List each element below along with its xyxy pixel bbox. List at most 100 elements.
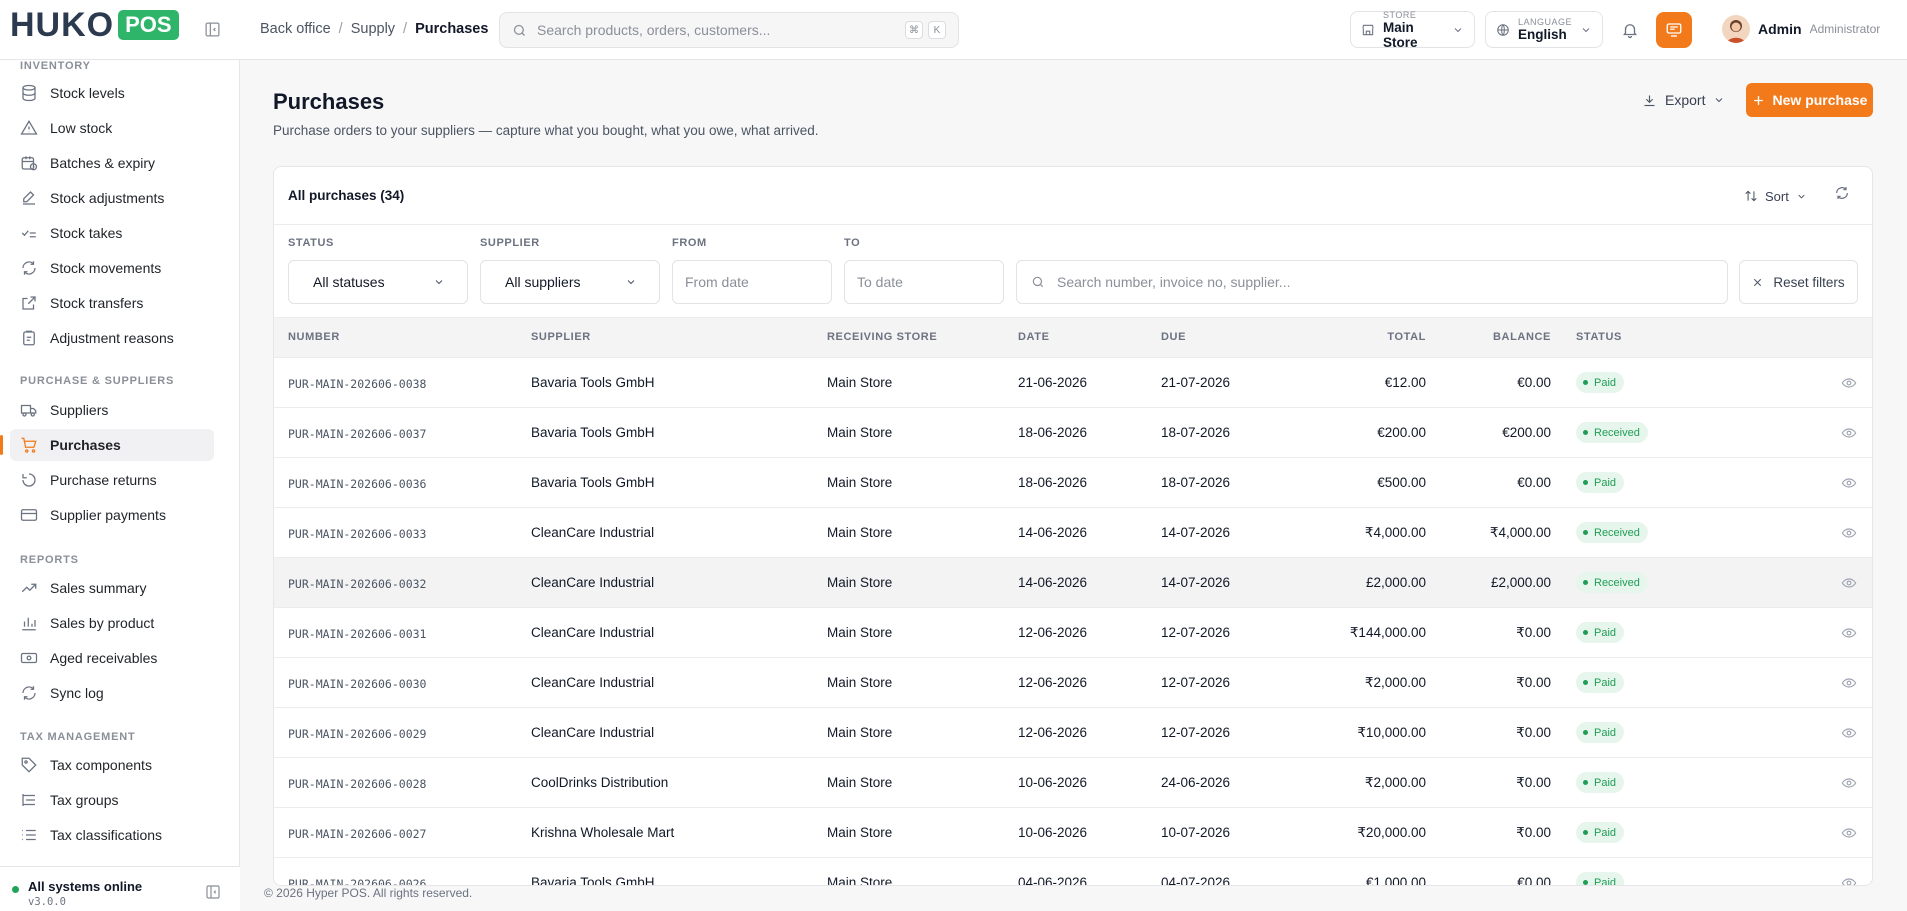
sidebar-item-sales-summary[interactable]: Sales summary [10, 572, 214, 604]
sidebar-item-tax-groups[interactable]: Tax groups [10, 784, 214, 816]
sidebar-toggle-icon[interactable] [204, 21, 221, 38]
due-date: 18-07-2026 [1161, 475, 1231, 490]
sidebar-item-sync-log[interactable]: Sync log [10, 677, 214, 709]
sidebar-item-stock-movements[interactable]: Stock movements [10, 252, 214, 284]
view-eye-icon[interactable] [1840, 425, 1858, 441]
view-eye-icon[interactable] [1840, 825, 1858, 841]
new-purchase-button[interactable]: New purchase [1746, 83, 1873, 117]
supplier-name: CleanCare Industrial [531, 575, 655, 590]
receiving-store: Main Store [827, 775, 893, 790]
table-row[interactable]: PUR-MAIN-202606-0032 CleanCare Industrial… [274, 558, 1872, 608]
total-amount: £2,000.00 [1365, 575, 1426, 590]
view-eye-icon[interactable] [1840, 625, 1858, 641]
view-eye-icon[interactable] [1840, 475, 1858, 491]
purchase-number: PUR-MAIN-202606-0036 [288, 477, 427, 491]
store-label: STORE [1383, 9, 1417, 20]
table-row[interactable]: PUR-MAIN-202606-0028 CoolDrinks Distribut… [274, 758, 1872, 808]
view-eye-icon[interactable] [1840, 525, 1858, 541]
table-row[interactable]: PUR-MAIN-202606-0027 Krishna Wholesale Ma… [274, 808, 1872, 858]
column-header-number[interactable]: NUMBER [288, 331, 340, 343]
table-row[interactable]: PUR-MAIN-202606-0026 Bavaria Tools GmbH Ma… [274, 858, 1872, 885]
sidebar-item-suppliers[interactable]: Suppliers [10, 394, 214, 426]
total-amount: €12.00 [1384, 375, 1426, 390]
purchases-search-input[interactable]: Search number, invoice no, supplier... [1016, 260, 1728, 304]
balance-amount: €200.00 [1502, 425, 1551, 440]
reset-filters-button[interactable]: Reset filters [1739, 260, 1858, 304]
sidebar-item-aged-receivables[interactable]: Aged receivables [10, 642, 214, 674]
column-header-due[interactable]: DUE [1161, 331, 1186, 343]
edit-icon [23, 191, 35, 205]
logo[interactable]: HUKO POS [10, 8, 179, 42]
column-header-date[interactable]: DATE [1018, 331, 1050, 343]
view-eye-icon[interactable] [1840, 675, 1858, 691]
total-amount: ₹144,000.00 [1349, 625, 1426, 640]
view-eye-icon[interactable] [1840, 575, 1858, 591]
purchase-date: 18-06-2026 [1018, 425, 1088, 440]
sidebar-item-low-stock[interactable]: Low stock [10, 112, 214, 144]
to-date-label: TO [844, 237, 861, 249]
to-date-input[interactable]: To date [844, 260, 1004, 304]
sidebar-footer: All systems online v3.0.0 [0, 866, 240, 911]
table-row[interactable]: PUR-MAIN-202606-0038 Bavaria Tools GmbH Ma… [274, 358, 1872, 408]
user-menu[interactable]: Admin Administrator [1722, 15, 1880, 43]
sidebar-item-batches-expiry[interactable]: Batches & expiry [10, 147, 214, 179]
global-search-input[interactable]: Search products, orders, customers... ⌘ … [499, 12, 959, 48]
view-eye-icon[interactable] [1840, 875, 1858, 885]
view-eye-icon[interactable] [1840, 725, 1858, 741]
table-row[interactable]: PUR-MAIN-202606-0033 CleanCare Industrial… [274, 508, 1872, 558]
status-badge: Paid [1576, 872, 1625, 885]
sidebar-item-label: Stock takes [50, 225, 123, 241]
warning-triangle-icon [20, 119, 38, 135]
sidebar-item-tax-classifications[interactable]: Tax classifications [10, 819, 214, 851]
view-eye-icon[interactable] [1840, 775, 1858, 791]
collapse-sidebar-icon[interactable] [205, 884, 221, 900]
export-button[interactable]: Export [1632, 84, 1735, 116]
sidebar-item-stock-takes[interactable]: Stock takes [10, 217, 214, 249]
table-row[interactable]: PUR-MAIN-202606-0029 CleanCare Industrial… [274, 708, 1872, 758]
due-date: 18-07-2026 [1161, 425, 1231, 440]
view-eye-icon[interactable] [1840, 375, 1858, 391]
sidebar-item-purchase-returns[interactable]: Purchase returns [10, 464, 214, 496]
store-selector[interactable]: STORE Main Store [1350, 9, 1475, 50]
refresh-icon[interactable] [1834, 185, 1850, 201]
receiving-store: Main Store [827, 675, 893, 690]
table-row[interactable]: PUR-MAIN-202606-0037 Bavaria Tools GmbH Ma… [274, 408, 1872, 458]
status-badge: Paid [1576, 822, 1625, 843]
language-selector[interactable]: LANGUAGE English [1485, 11, 1603, 48]
column-header-status[interactable]: STATUS [1576, 331, 1622, 343]
sidebar-item-stock-adjustments[interactable]: Stock adjustments [10, 182, 214, 214]
column-header-balance[interactable]: BALANCE [1493, 331, 1551, 343]
receiving-store: Main Store [827, 725, 893, 740]
table-row[interactable]: PUR-MAIN-202606-0036 Bavaria Tools GmbH Ma… [274, 458, 1872, 508]
breadcrumb-supply[interactable]: Supply [351, 21, 395, 37]
supplier-name: CleanCare Industrial [531, 675, 655, 690]
sidebar-item-stock-levels[interactable]: Stock levels [10, 77, 214, 109]
supplier-filter-select[interactable]: All suppliers [480, 260, 660, 304]
sidebar-item-label: Purchase returns [50, 472, 157, 488]
purchase-date: 12-06-2026 [1018, 725, 1088, 740]
sidebar-item-stock-transfers[interactable]: Stock transfers [10, 287, 214, 319]
from-date-input[interactable]: From date [672, 260, 832, 304]
status-badge: Received [1576, 522, 1648, 543]
due-date: 12-07-2026 [1161, 675, 1231, 690]
table-row[interactable]: PUR-MAIN-202606-0031 CleanCare Industrial… [274, 608, 1872, 658]
purchase-date: 14-06-2026 [1018, 575, 1088, 590]
sidebar-item-sales-by-product[interactable]: Sales by product [10, 607, 214, 639]
due-date: 14-07-2026 [1161, 525, 1231, 540]
balance-amount: ₹0.00 [1516, 825, 1551, 840]
status-filter-select[interactable]: All statuses [288, 260, 468, 304]
sidebar-item-adjustment-reasons[interactable]: Adjustment reasons [10, 322, 214, 354]
sidebar-item-purchases[interactable]: Purchases [0, 429, 214, 461]
sidebar-item-supplier-payments[interactable]: Supplier payments [10, 499, 214, 531]
sort-button[interactable]: Sort [1744, 182, 1807, 210]
breadcrumb-back-office[interactable]: Back office [260, 21, 331, 37]
bell-icon[interactable] [1621, 21, 1639, 39]
sidebar-item-label: Tax classifications [50, 827, 163, 843]
column-header-receiving-store[interactable]: RECEIVING STORE [827, 331, 937, 343]
sidebar-item-label: Adjustment reasons [50, 330, 174, 346]
column-header-supplier[interactable]: SUPPLIER [531, 331, 591, 343]
sidebar-item-tax-components[interactable]: Tax components [10, 749, 214, 781]
table-row[interactable]: PUR-MAIN-202606-0030 CleanCare Industrial… [274, 658, 1872, 708]
pos-terminal-button[interactable] [1656, 12, 1692, 48]
column-header-total[interactable]: TOTAL [1387, 331, 1426, 343]
